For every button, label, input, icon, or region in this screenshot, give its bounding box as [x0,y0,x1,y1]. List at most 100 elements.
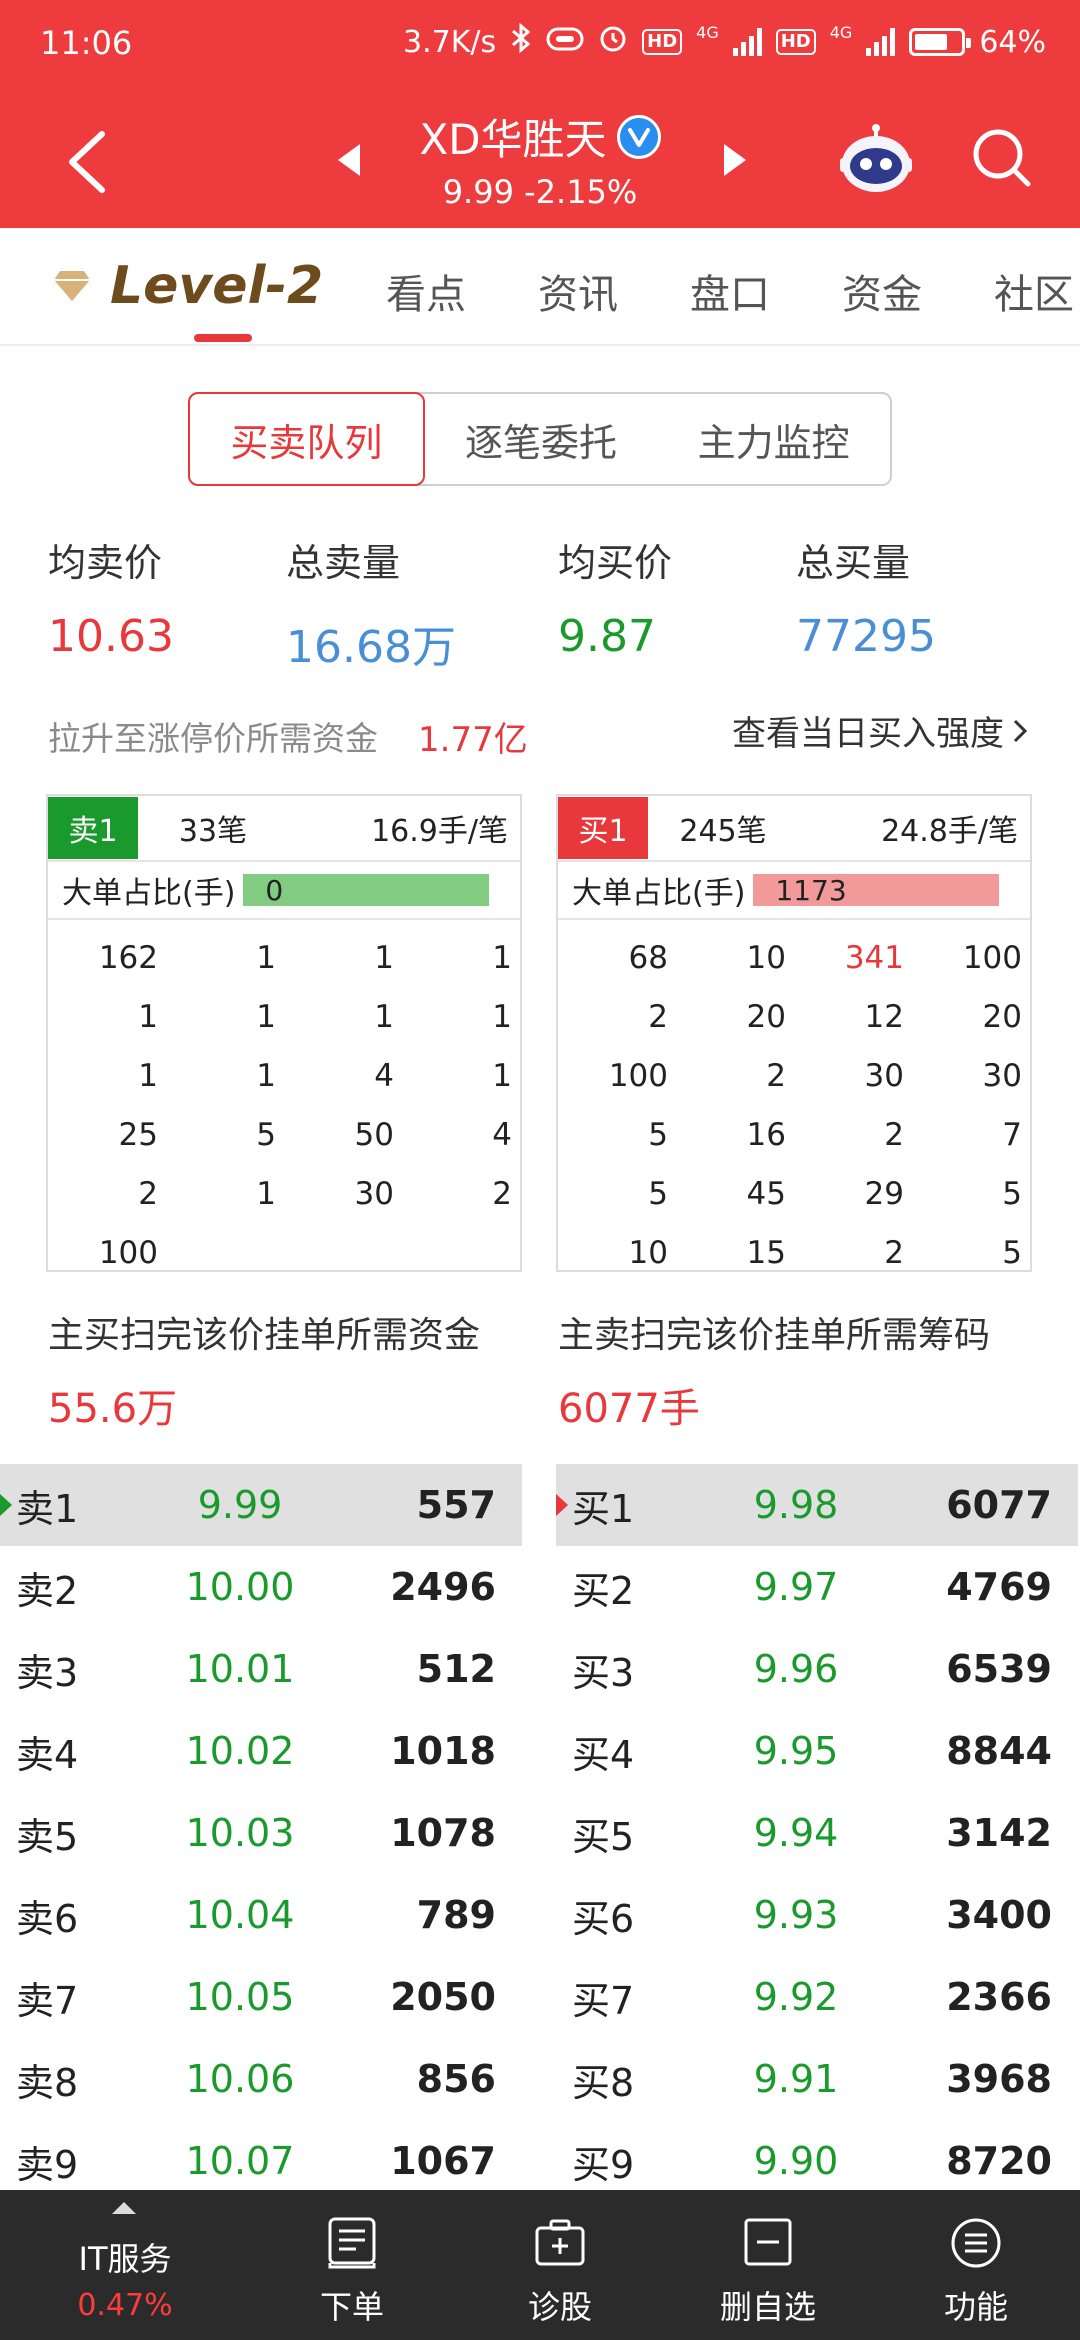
queue-cell: 1 [256,1057,276,1094]
order-book-price: 10.03 [185,1811,295,1855]
order-book-price: 10.06 [185,2057,295,2101]
back-button[interactable] [58,120,118,200]
total-sell-label: 总卖量 [286,541,401,585]
order-book-volume: 3968 [946,2057,1052,2101]
queue-cell: 68 [628,939,668,976]
status-time: 11:06 [40,24,133,62]
queue-row: 25 5 50 4 [48,1105,520,1164]
queue-cell: 2 [884,1234,904,1271]
order-book-volume: 3400 [946,1893,1052,1937]
battery-level: 64% [979,24,1046,60]
order-book-volume: 8844 [946,1729,1052,1773]
queue-row: 10 15 2 5 [558,1223,1030,1282]
order-book-row[interactable]: 卖4 10.02 1018 [0,1710,522,1792]
buy-queue-tag: 买1 [558,797,648,859]
seg-tick-orders[interactable]: 逐笔委托 [425,394,658,484]
order-book-row[interactable]: 卖1 9.99 557 [0,1464,522,1546]
seg-order-queue[interactable]: 买卖队列 [188,392,425,486]
level2-label: Level-2 [110,256,324,316]
queue-cell: 341 [844,939,904,976]
order-book-level: 买5 [572,1814,635,1859]
order-book-level: 买1 [572,1486,635,1531]
bluetooth-icon [510,22,532,62]
total-sell-value: 16.68万 [286,622,456,673]
remove-watchlist-button[interactable]: 删自选 [668,2190,868,2340]
order-book-row[interactable]: 卖2 10.00 2496 [0,1546,522,1628]
tab-funds[interactable]: 资金 [842,262,922,320]
limit-up-fund-label: 拉升至涨停价所需资金 [48,719,378,758]
total-buy-stat: 总买量 77295 [796,532,936,662]
order-book-price: 9.96 [753,1647,839,1691]
order-book-level: 卖7 [16,1978,79,2023]
tab-kandian[interactable]: 看点 [386,262,466,320]
order-document-icon [328,2217,376,2269]
order-book-volume: 6077 [946,1483,1052,1527]
place-order-button[interactable]: 下单 [252,2190,452,2340]
tab-news[interactable]: 资讯 [538,262,618,320]
stock-price-change: 9.99 -2.15% [442,173,638,211]
buy-strength-link[interactable]: 查看当日买入强度 [732,706,1028,755]
order-book-row[interactable]: 卖6 10.04 789 [0,1874,522,1956]
tab-pankou[interactable]: 盘口 [690,262,770,320]
buy-queue-header: 买1 245笔 24.8手/笔 [558,796,1030,862]
queue-row: 5 16 2 7 [558,1105,1030,1164]
order-book-row[interactable]: 卖5 10.03 1078 [0,1792,522,1874]
queue-segmented-control: 买卖队列 逐笔委托 主力监控 [188,392,892,486]
functions-label: 功能 [943,2288,1008,2326]
network-type: 4G [696,22,719,42]
sector-change: 0.47% [77,2288,173,2323]
avg-sell-stat: 均卖价 10.63 [48,532,174,662]
stock-title-block: XD华胜天 9.99 -2.15% [300,106,780,211]
tab-level2[interactable]: Level-2 [52,256,323,316]
order-book-level: 买4 [572,1732,635,1777]
next-stock-button[interactable] [720,142,748,182]
sector-button[interactable]: IT服务 0.47% [0,2190,250,2340]
order-book-row[interactable]: 买3 9.96 6539 [556,1628,1078,1710]
order-book-row[interactable]: 买1 9.98 6077 [556,1464,1078,1546]
robot-assistant-icon[interactable] [838,120,914,196]
search-icon[interactable] [970,126,1034,190]
queue-cell: 1 [492,939,512,976]
order-book-level: 卖2 [16,1568,79,1613]
sell-queue-panel: 卖1 33笔 16.9手/笔 大单占比(手) 0 162 1 1 1 1 1 1 1 1 1 4 1 2… [46,794,522,1272]
functions-button[interactable]: 功能 [876,2190,1076,2340]
order-book-row[interactable]: 买2 9.97 4769 [556,1546,1078,1628]
buy-strength-label: 查看当日买入强度 [732,714,1004,754]
order-book-price: 10.01 [185,1647,295,1691]
queue-cell: 30 [354,1175,394,1212]
queue-cell: 4 [374,1057,394,1094]
network-type-2: 4G [829,22,853,42]
queue-cell: 2 [138,1175,158,1212]
order-book-volume: 1018 [390,1729,496,1773]
queue-cell: 25 [118,1116,158,1153]
queue-cell: 1 [374,939,394,976]
queue-cell: 16 [746,1116,786,1153]
order-book-row[interactable]: 买5 9.94 3142 [556,1792,1078,1874]
queue-cell: 1 [256,998,276,1035]
order-book-row[interactable]: 买8 9.91 3968 [556,2038,1078,2120]
buy-ratio-bar: 1173 [753,874,1000,907]
order-book-price: 9.97 [753,1565,839,1609]
order-book-volume: 789 [416,1893,496,1937]
seg-main-monitor[interactable]: 主力监控 [657,394,890,484]
avg-sell-value: 10.63 [48,611,174,662]
order-book-row[interactable]: 买4 9.95 8844 [556,1710,1078,1792]
order-book-row[interactable]: 卖3 10.01 512 [0,1628,522,1710]
order-book-row[interactable]: 卖8 10.06 856 [0,2038,522,2120]
buy-order-book: 买1 9.98 6077 买2 9.97 4769 买3 9.96 6539 买4 9.95 8844… [556,1464,1078,2202]
tab-community[interactable]: 社区 [994,262,1074,320]
order-book-price: 10.00 [185,1565,295,1609]
queue-cell: 12 [864,998,904,1035]
queue-cell: 5 [1002,1234,1022,1271]
order-book-row[interactable]: 卖7 10.05 2050 [0,1956,522,2038]
order-book-price: 9.98 [753,1483,839,1527]
diagnose-button[interactable]: 诊股 [460,2190,660,2340]
order-book-row[interactable]: 买6 9.93 3400 [556,1874,1078,1956]
queue-cell: 5 [648,1175,668,1212]
order-book-level: 买8 [572,2060,635,2105]
hd-badge-2: HD [775,29,816,55]
current-level-marker-icon [0,1494,12,1516]
queue-cell: 10 [746,939,786,976]
order-book-row[interactable]: 买7 9.92 2366 [556,1956,1078,2038]
expand-up-icon [112,2202,136,2214]
